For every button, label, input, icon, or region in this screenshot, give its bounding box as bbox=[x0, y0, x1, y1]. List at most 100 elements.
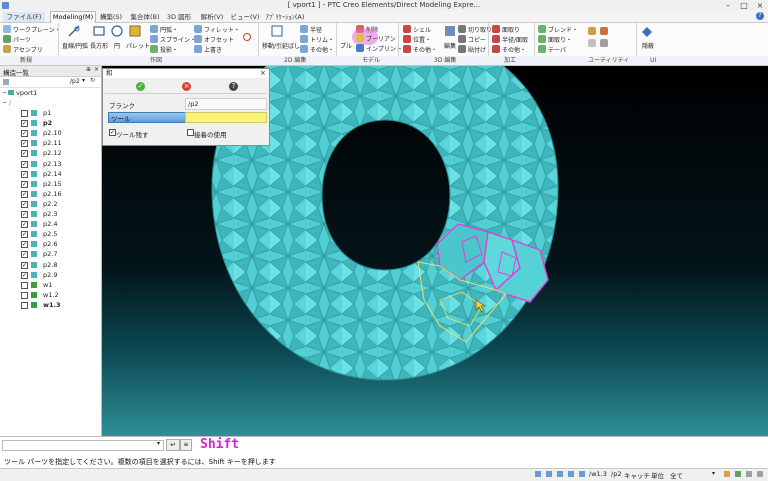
tree-item[interactable]: ✓ p2.3 bbox=[0, 209, 101, 219]
tree-item[interactable]: ✓ p2.4 bbox=[0, 219, 101, 229]
blank-field[interactable]: /p2 bbox=[185, 98, 267, 110]
move-stretch-button[interactable]: 移動/引延ばし bbox=[262, 41, 300, 50]
tree-root[interactable]: − vport1 bbox=[0, 88, 101, 98]
expand-icon[interactable]: − bbox=[2, 98, 7, 108]
maximize-icon[interactable]: □ bbox=[737, 0, 751, 11]
status-icon-4[interactable] bbox=[568, 471, 574, 477]
visibility-checkbox[interactable] bbox=[21, 291, 28, 299]
new-assembly-button[interactable]: アセンブリ bbox=[13, 45, 43, 54]
status-icon-3[interactable] bbox=[557, 471, 563, 477]
tool-field-button[interactable]: ツール bbox=[108, 112, 186, 123]
boolean-button[interactable]: ブーリアン bbox=[366, 34, 396, 43]
dialog-close-icon[interactable]: × bbox=[260, 69, 266, 78]
visibility-checkbox[interactable]: ✓ bbox=[21, 241, 28, 249]
copy-button[interactable]: コピー bbox=[468, 35, 486, 44]
utility-icon-2[interactable] bbox=[600, 27, 608, 35]
rectangle-icon[interactable] bbox=[93, 25, 105, 37]
current-workplane[interactable]: /p2 bbox=[611, 470, 621, 478]
visibility-checkbox[interactable]: ✓ bbox=[21, 130, 28, 138]
chamfer-button[interactable]: 面取り bbox=[502, 25, 520, 34]
taper-button[interactable]: テーパ bbox=[548, 45, 566, 54]
new-workplane-button[interactable]: ワークプレーン・ bbox=[13, 25, 61, 34]
visibility-checkbox[interactable]: ✓ bbox=[21, 140, 28, 148]
visibility-checkbox[interactable]: ✓ bbox=[21, 200, 28, 208]
tree-item[interactable]: ✓ p2.13 bbox=[0, 159, 101, 169]
other-2d-button[interactable]: その他・ bbox=[310, 45, 334, 54]
refresh-icon[interactable]: ↻ bbox=[90, 77, 95, 84]
status-icon-6[interactable] bbox=[724, 471, 730, 477]
line-arc-button[interactable]: 直線/円弧 bbox=[62, 41, 88, 50]
command-menu-icon[interactable]: ≡ bbox=[180, 439, 192, 451]
edit-icon[interactable] bbox=[444, 25, 456, 37]
rectangle-button[interactable]: 長方形 bbox=[90, 41, 108, 50]
offset-button[interactable]: オフセット bbox=[204, 35, 234, 44]
overwrite-button[interactable]: 上書き bbox=[204, 45, 222, 54]
tree-item-workplane-root[interactable]: − / bbox=[0, 98, 101, 108]
tree-item[interactable]: ✓ p2.11 bbox=[0, 138, 101, 148]
edit-button[interactable]: 編集 bbox=[444, 41, 456, 50]
fillet-button[interactable]: フィレット・ bbox=[204, 25, 240, 34]
hide-icon[interactable] bbox=[641, 26, 653, 38]
tool-field[interactable] bbox=[185, 112, 267, 123]
close-icon[interactable]: × bbox=[753, 0, 767, 11]
enter-button[interactable]: ↵ bbox=[166, 439, 180, 451]
visibility-checkbox[interactable]: ✓ bbox=[21, 251, 28, 259]
arc-button[interactable]: 円弧・ bbox=[160, 25, 178, 34]
paste-button[interactable]: 貼付け bbox=[468, 45, 486, 54]
tab-assembly[interactable]: 集合体(B) bbox=[128, 12, 162, 22]
spline-button[interactable]: スプライン・ bbox=[160, 35, 196, 44]
other-3d-button[interactable]: その他・ bbox=[413, 45, 437, 54]
status-icon-9[interactable] bbox=[757, 471, 763, 477]
visibility-checkbox[interactable] bbox=[21, 110, 28, 117]
visibility-checkbox[interactable]: ✓ bbox=[21, 120, 28, 128]
visibility-checkbox[interactable]: ✓ bbox=[21, 261, 28, 269]
catch-label[interactable]: キャッチ bbox=[624, 470, 650, 480]
command-dropdown-icon[interactable]: ▾ bbox=[157, 440, 160, 447]
selection-mode[interactable]: 全て bbox=[670, 470, 683, 480]
utility-icon-4[interactable] bbox=[600, 39, 608, 47]
move-stretch-icon[interactable] bbox=[271, 25, 283, 37]
filter-dropdown-icon[interactable]: ▾ bbox=[82, 77, 85, 84]
tab-application[interactable]: ｱﾌﾟﾘｹｰｼｮﾝ(A) bbox=[263, 12, 307, 22]
blend-button[interactable]: ブレンド・ bbox=[548, 25, 578, 34]
status-icon-5[interactable] bbox=[579, 471, 585, 477]
utility-icon-1[interactable] bbox=[588, 27, 596, 35]
pull-button[interactable]: プル bbox=[340, 41, 352, 50]
pin-icon[interactable]: ⊕ bbox=[86, 66, 91, 73]
tree-item[interactable]: ✓ p2.5 bbox=[0, 229, 101, 239]
position-button[interactable]: 位置・ bbox=[413, 35, 431, 44]
tab-modeling[interactable]: Modeling(M) bbox=[50, 11, 96, 23]
line-arc-icon[interactable] bbox=[68, 25, 80, 37]
tab-3d-geometry[interactable]: 3D 図形 bbox=[165, 12, 193, 22]
palette-icon[interactable] bbox=[129, 25, 141, 37]
browser-icon[interactable] bbox=[3, 79, 9, 85]
crosshair-icon[interactable] bbox=[243, 33, 251, 41]
help-icon[interactable]: ? bbox=[229, 82, 238, 91]
tab-structure[interactable]: 構築(S) bbox=[97, 12, 125, 22]
imprint-button[interactable]: インプリント・ bbox=[366, 44, 408, 53]
radius-chamfer-button[interactable]: 半径/面取 bbox=[502, 35, 528, 44]
trim-button[interactable]: トリム・ bbox=[310, 35, 334, 44]
utility-icon-3[interactable] bbox=[588, 39, 596, 47]
tree-item[interactable]: w1.3 bbox=[0, 300, 101, 310]
circle-button[interactable]: 円 bbox=[114, 41, 120, 50]
palette-button[interactable]: パレット bbox=[126, 41, 150, 50]
tab-file[interactable]: ファイル(F) bbox=[3, 12, 45, 22]
tree-item[interactable]: ✓ p2.12 bbox=[0, 148, 101, 158]
status-icon-8[interactable] bbox=[746, 471, 752, 477]
tree-item[interactable]: w1.2 bbox=[0, 290, 101, 300]
collapse-icon[interactable]: − bbox=[2, 88, 7, 98]
visibility-checkbox[interactable]: ✓ bbox=[21, 180, 28, 188]
visibility-checkbox[interactable]: ✓ bbox=[21, 271, 28, 279]
use-contact-checkbox[interactable] bbox=[187, 129, 194, 136]
visibility-checkbox[interactable]: ✓ bbox=[21, 190, 28, 198]
ok-icon[interactable]: ✓ bbox=[136, 82, 145, 91]
other-machining-button[interactable]: その他・ bbox=[502, 45, 526, 54]
tab-view[interactable]: ビュー(V) bbox=[230, 12, 260, 22]
tree-item[interactable]: ✓ p2 bbox=[0, 118, 101, 128]
new-part-button[interactable]: パーツ bbox=[13, 35, 31, 44]
tree-item[interactable]: p1 bbox=[0, 108, 101, 118]
help-icon[interactable]: ? bbox=[756, 12, 764, 20]
shell-button[interactable]: シェル bbox=[413, 25, 431, 34]
visibility-checkbox[interactable] bbox=[21, 281, 28, 289]
